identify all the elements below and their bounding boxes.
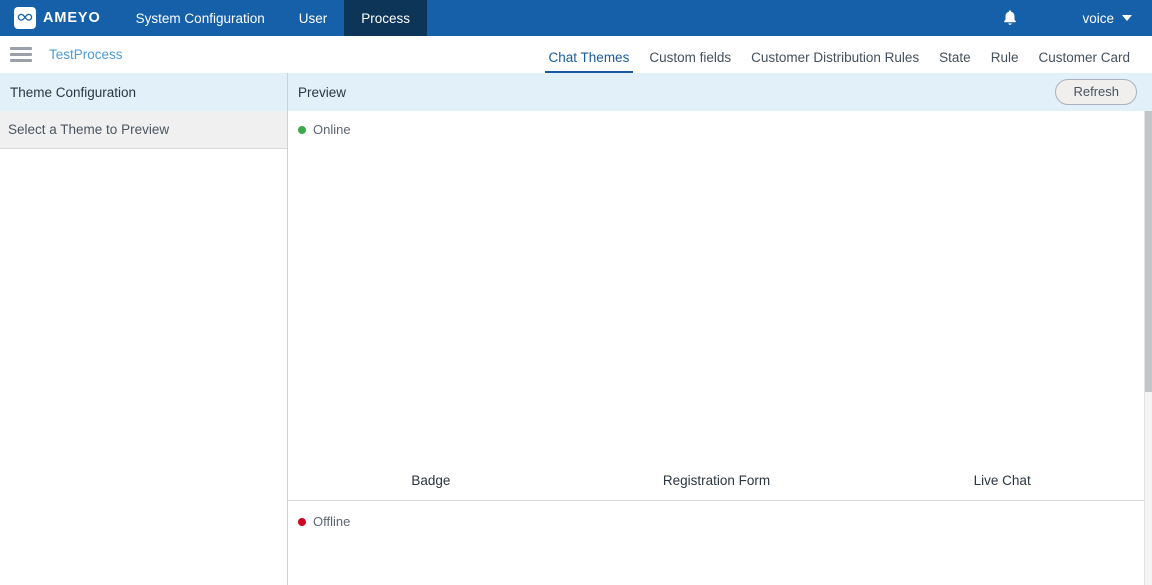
select-theme-row[interactable]: Select a Theme to Preview <box>0 111 287 149</box>
tab-label: Rule <box>990 49 1019 65</box>
panel-title: Theme Configuration <box>10 84 137 100</box>
preview-online-section: Online Badge Registration Form Live Chat <box>288 111 1145 501</box>
offline-status-dot-icon <box>298 517 306 526</box>
nav-item-label: Process <box>361 10 411 26</box>
preview-header: Preview Refresh <box>288 73 1152 111</box>
preview-column-labels: Badge Registration Form Live Chat <box>288 473 1145 488</box>
offline-status: Offline <box>298 514 350 529</box>
preview-panel: Online Badge Registration Form Live Chat… <box>288 111 1145 585</box>
sub-navigation-bar: TestProcess Chat Themes Custom fields Cu… <box>0 36 1152 74</box>
preview-offline-section: Offline <box>288 501 1145 585</box>
brand-logo[interactable]: AMEYO <box>0 0 119 36</box>
online-status-dot-icon <box>298 125 306 134</box>
tab-label: Customer Distribution Rules <box>751 49 920 65</box>
tab-customer-card[interactable]: Customer Card <box>1028 49 1140 74</box>
tab-label: Customer Card <box>1038 49 1130 65</box>
user-menu[interactable]: voice <box>1072 0 1152 36</box>
hamburger-bar <box>10 53 32 56</box>
sub-tab-list: Chat Themes Custom fields Customer Distr… <box>539 36 1152 73</box>
theme-configuration-panel: Select a Theme to Preview <box>0 111 288 585</box>
select-theme-label: Select a Theme to Preview <box>8 122 170 137</box>
column-label-live-chat: Live Chat <box>973 473 1031 488</box>
tab-customer-distribution-rules[interactable]: Customer Distribution Rules <box>741 49 929 74</box>
top-navigation-bar: AMEYO System Configuration User Process … <box>0 0 1152 36</box>
nav-item-user[interactable]: User <box>282 0 345 36</box>
hamburger-bar <box>10 59 32 62</box>
user-menu-label: voice <box>1082 10 1114 26</box>
scrollbar-thumb[interactable] <box>1145 111 1152 392</box>
tab-rule[interactable]: Rule <box>981 49 1029 74</box>
bell-icon[interactable] <box>988 0 1032 36</box>
tab-state[interactable]: State <box>929 49 981 74</box>
online-status: Online <box>298 122 351 137</box>
brand-name: AMEYO <box>43 10 101 26</box>
column-label-badge: Badge <box>411 473 451 488</box>
tab-label: Custom fields <box>649 49 732 65</box>
breadcrumb[interactable]: TestProcess <box>49 47 123 62</box>
panel-title: Preview <box>298 84 347 100</box>
refresh-button[interactable]: Refresh <box>1055 79 1137 105</box>
nav-item-label: User <box>298 10 328 26</box>
offline-status-label: Offline <box>313 514 351 529</box>
online-status-label: Online <box>313 122 351 137</box>
nav-item-system-configuration[interactable]: System Configuration <box>119 0 282 36</box>
tab-label: State <box>939 49 971 65</box>
nav-item-label: System Configuration <box>135 10 265 26</box>
tab-chat-themes[interactable]: Chat Themes <box>539 49 640 74</box>
hamburger-menu-icon[interactable] <box>10 47 32 63</box>
hamburger-bar <box>10 47 32 50</box>
nav-item-process[interactable]: Process <box>344 0 428 36</box>
theme-configuration-header: Theme Configuration <box>0 73 288 111</box>
tab-custom-fields[interactable]: Custom fields <box>639 49 741 74</box>
tab-label: Chat Themes <box>548 49 630 65</box>
application-window: AMEYO System Configuration User Process … <box>0 0 1152 585</box>
column-label-registration-form: Registration Form <box>662 473 771 488</box>
chevron-down-icon <box>1122 15 1132 21</box>
infinity-logo-icon <box>14 7 36 29</box>
vertical-scrollbar[interactable] <box>1144 111 1152 585</box>
